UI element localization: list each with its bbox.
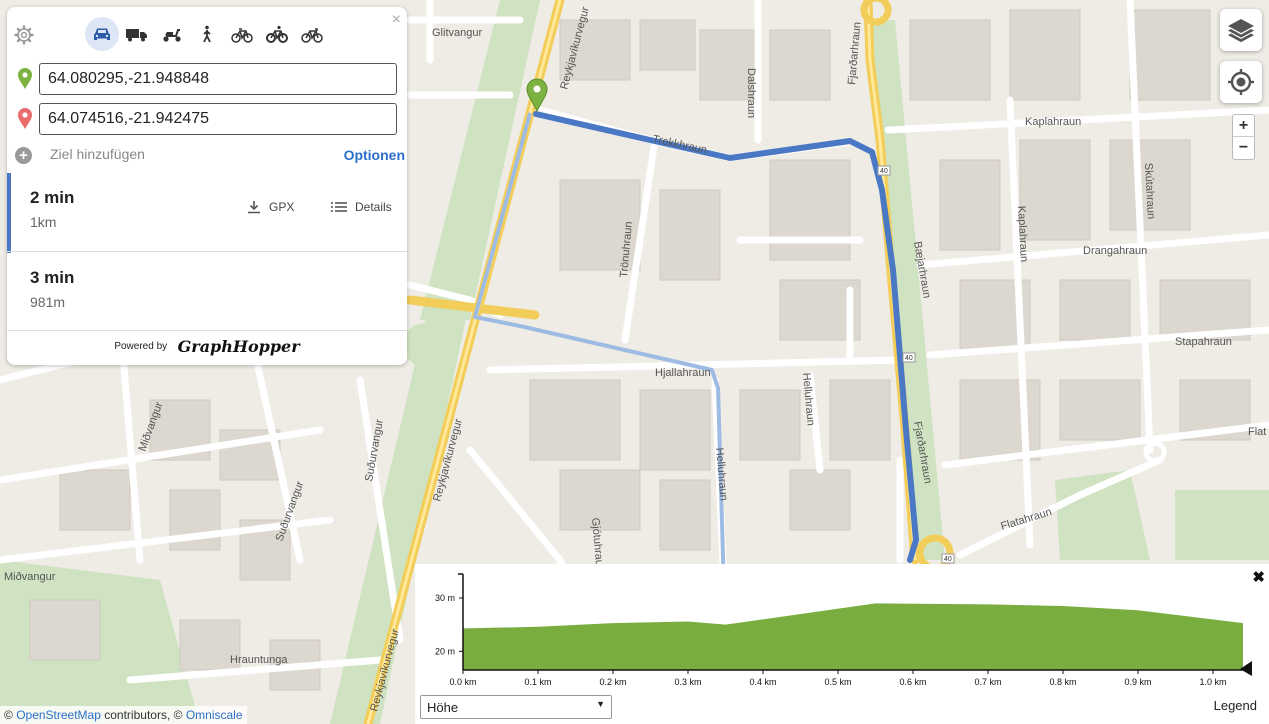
locate-button[interactable] (1220, 61, 1262, 103)
street-label: Kaplahraun (1025, 116, 1081, 128)
gpx-label: GPX (269, 200, 295, 214)
divider (7, 251, 407, 252)
elevation-area (463, 603, 1243, 670)
routing-panel: × 64.080295,-21.948848 64.074516,-21.942… (7, 7, 407, 365)
street-label: Hrauntunga (230, 654, 288, 666)
zoom-control: + − (1232, 114, 1255, 160)
street-label: Dalshraun (745, 68, 757, 118)
street-label: Drangahraun (1083, 245, 1147, 257)
route-distance: 1km (30, 214, 57, 230)
x-tick-label: 0.1 km (524, 677, 551, 687)
road-shield: 40 (944, 556, 952, 563)
x-tick-label: 0.3 km (674, 677, 701, 687)
x-tick-label: 0.6 km (899, 677, 926, 687)
legend-toggle[interactable]: Legend (1214, 698, 1257, 713)
start-marker-icon (18, 68, 32, 89)
end-marker-icon (18, 108, 32, 129)
download-icon (248, 201, 260, 214)
racingbike-icon[interactable] (295, 17, 329, 51)
x-tick-label: 0.2 km (599, 677, 626, 687)
road-shield: 40 (905, 355, 913, 362)
from-point-row (15, 63, 399, 95)
x-tick-label: 0.8 km (1049, 677, 1076, 687)
route-time: 3 min (30, 268, 75, 287)
car-icon[interactable] (85, 17, 119, 51)
osm-link[interactable]: OpenStreetMap (16, 708, 101, 722)
powered-by: Powered by GraphHopper (7, 337, 407, 356)
route-option-1[interactable]: 2 min 1km GPX Details (7, 173, 407, 253)
powered-by-label: Powered by (114, 341, 168, 352)
omniscale-link[interactable]: Omniscale (186, 708, 243, 722)
x-tick-label: 0.4 km (749, 677, 776, 687)
settings-gear-icon[interactable] (14, 25, 34, 45)
to-input[interactable] (39, 103, 397, 135)
attribution-prefix: © (4, 708, 13, 722)
plus-circle-icon[interactable]: + (15, 147, 32, 164)
x-tick-label: 0.5 km (824, 677, 851, 687)
route-time: 2 min (30, 188, 75, 207)
route-option-2[interactable]: 3 min 981m (7, 253, 407, 333)
y-tick-label: 20 m (435, 646, 455, 656)
street-label: Miðvangur (4, 571, 56, 583)
street-label: Glitvangur (432, 27, 482, 39)
truck-icon[interactable] (120, 17, 154, 51)
list-icon (331, 202, 347, 212)
to-point-row (15, 103, 399, 135)
graphhopper-logo[interactable]: GraphHopper (178, 337, 300, 356)
street-label: Hjallahraun (655, 367, 711, 379)
scooter-icon[interactable] (155, 17, 189, 51)
elevation-panel: ✖ 20 m 30 m 0.0 km 0.1 km 0.2 km 0.3 km 0.4 k… (415, 564, 1269, 724)
elevation-type-select[interactable]: Höhe ▼ (420, 695, 612, 719)
layers-button[interactable] (1220, 9, 1262, 51)
options-link[interactable]: Optionen (344, 147, 405, 163)
elevation-select-value: Höhe (427, 700, 459, 715)
y-tick-label: 30 m (435, 593, 455, 603)
elevation-chart: 20 m 30 m 0.0 km 0.1 km 0.2 km 0.3 km 0.4 km 0… (435, 573, 1252, 687)
add-destination-row: + Ziel hinzufügen Optionen (15, 145, 405, 165)
crosshair-icon (1228, 69, 1254, 95)
x-tick-label: 0.0 km (449, 677, 476, 687)
details-button[interactable]: Details (331, 200, 392, 214)
attribution-text: contributors, © (104, 708, 183, 722)
layers-icon (1228, 19, 1254, 43)
road-shield: 40 (880, 168, 888, 175)
details-label: Details (355, 200, 392, 214)
zoom-in-button[interactable]: + (1233, 115, 1254, 137)
x-tick-label: 0.7 km (974, 677, 1001, 687)
dropdown-arrow-icon: ▼ (596, 699, 605, 709)
vehicle-selector (85, 17, 330, 51)
mountainbike-icon[interactable] (260, 17, 294, 51)
street-label: Flat (1248, 426, 1266, 438)
route-distance: 981m (30, 294, 66, 310)
divider (7, 330, 407, 331)
zoom-out-button[interactable]: − (1233, 137, 1254, 159)
foot-icon[interactable] (190, 17, 224, 51)
map-attribution: © OpenStreetMap contributors, © Omniscal… (0, 706, 247, 724)
add-destination-link[interactable]: Ziel hinzufügen (50, 146, 145, 162)
gpx-button[interactable]: GPX (247, 200, 294, 214)
street-label: Stapahraun (1175, 336, 1232, 348)
from-input[interactable] (39, 63, 397, 95)
x-tick-label: 0.9 km (1124, 677, 1151, 687)
bike-icon[interactable] (225, 17, 259, 51)
close-panel-button[interactable]: × (392, 11, 401, 29)
x-tick-label: 1.0 km (1199, 677, 1226, 687)
